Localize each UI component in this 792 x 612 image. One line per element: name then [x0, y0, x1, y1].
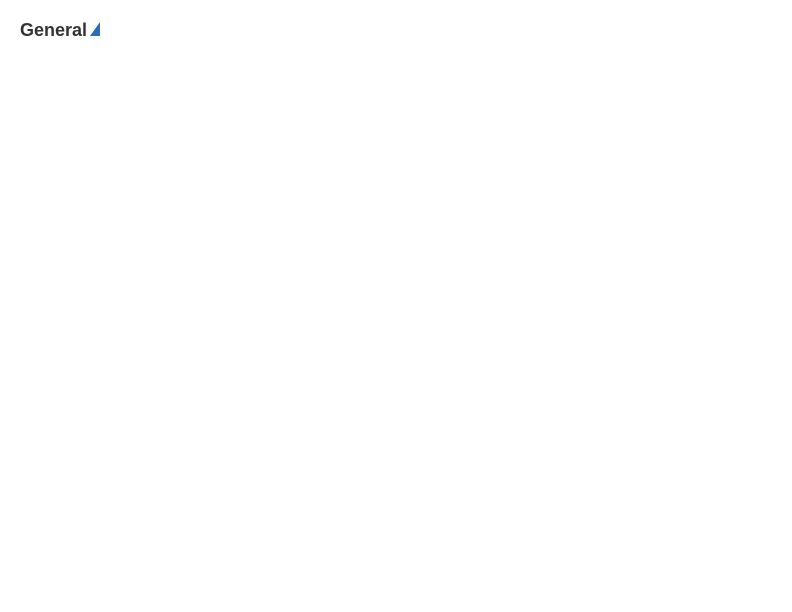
logo-triangle-icon — [90, 22, 100, 36]
header: General — [10, 10, 782, 46]
logo-general: General — [20, 20, 87, 41]
logo: General — [20, 20, 100, 41]
